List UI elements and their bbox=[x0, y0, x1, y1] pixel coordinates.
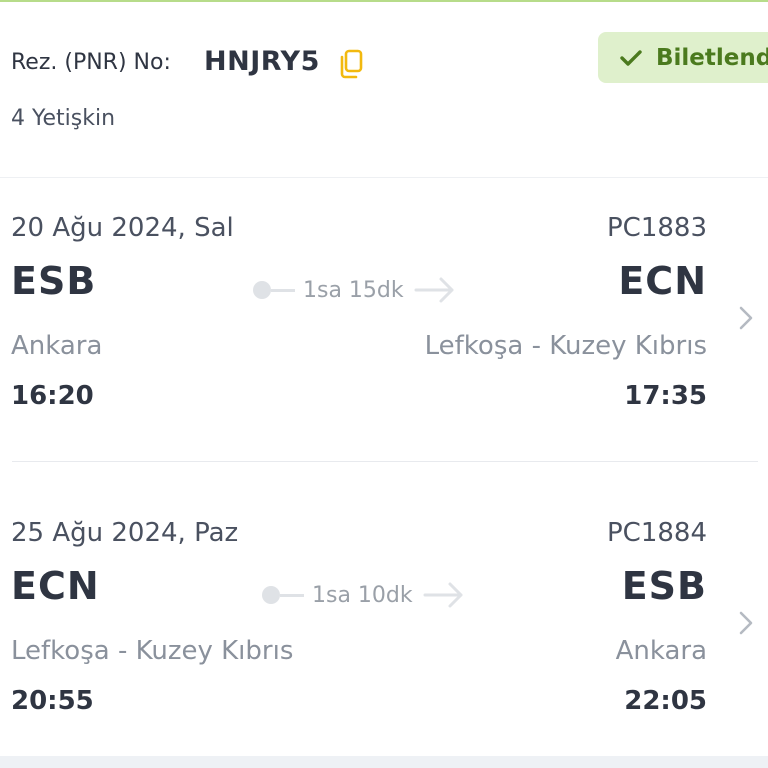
chevron-right-icon[interactable] bbox=[738, 610, 754, 636]
departure-time: 20:55 bbox=[11, 686, 94, 716]
pnr-label: Rez. (PNR) No: bbox=[11, 50, 171, 75]
arrival-city: Ankara bbox=[615, 636, 707, 666]
flight-date: 25 Ağu 2024, Paz bbox=[11, 518, 239, 548]
flight-route: 1sa 10dk bbox=[262, 580, 465, 610]
passenger-count: 4 Yetişkin bbox=[11, 106, 116, 131]
departure-airport-code: ESB bbox=[11, 259, 97, 303]
copy-icon[interactable] bbox=[337, 48, 365, 80]
arrow-right-icon bbox=[423, 582, 463, 608]
chevron-right-icon[interactable] bbox=[738, 305, 754, 331]
bottom-separator bbox=[0, 756, 768, 768]
arrival-time: 17:35 bbox=[624, 381, 707, 411]
pnr-value: HNJRY5 bbox=[204, 46, 320, 77]
arrival-city: Lefkoşa - Kuzey Kıbrıs bbox=[424, 331, 707, 361]
flight-duration: 1sa 10dk bbox=[312, 582, 413, 608]
flight-date: 20 Ağu 2024, Sal bbox=[11, 213, 234, 243]
route-line bbox=[271, 288, 295, 292]
flight-segment-outbound[interactable]: 20 Ağu 2024, Sal PC1883 ESB 1sa 15dk ECN… bbox=[0, 213, 768, 463]
arrival-airport-code: ECN bbox=[618, 259, 707, 303]
departure-city: Ankara bbox=[11, 331, 103, 361]
status-text: Biletlend bbox=[656, 44, 768, 71]
section-divider bbox=[0, 177, 768, 178]
arrival-time: 22:05 bbox=[624, 686, 707, 716]
flight-route: 1sa 15dk bbox=[253, 275, 456, 305]
flight-number: PC1883 bbox=[606, 213, 707, 243]
route-line bbox=[280, 593, 304, 597]
departure-city: Lefkoşa - Kuzey Kıbrıs bbox=[11, 636, 294, 666]
flight-duration: 1sa 15dk bbox=[303, 277, 404, 303]
departure-airport-code: ECN bbox=[11, 564, 100, 608]
ticketed-status-badge: Biletlend bbox=[598, 32, 768, 83]
departure-time: 16:20 bbox=[11, 381, 94, 411]
route-origin-dot bbox=[253, 281, 271, 299]
top-accent-line bbox=[0, 0, 768, 2]
arrow-right-icon bbox=[414, 277, 454, 303]
check-icon bbox=[620, 49, 642, 66]
flight-number: PC1884 bbox=[606, 518, 707, 548]
flight-segment-return[interactable]: 25 Ağu 2024, Paz PC1884 ECN 1sa 10dk ESB… bbox=[0, 518, 768, 768]
arrival-airport-code: ESB bbox=[621, 564, 707, 608]
segment-divider bbox=[12, 461, 758, 462]
route-origin-dot bbox=[262, 586, 280, 604]
